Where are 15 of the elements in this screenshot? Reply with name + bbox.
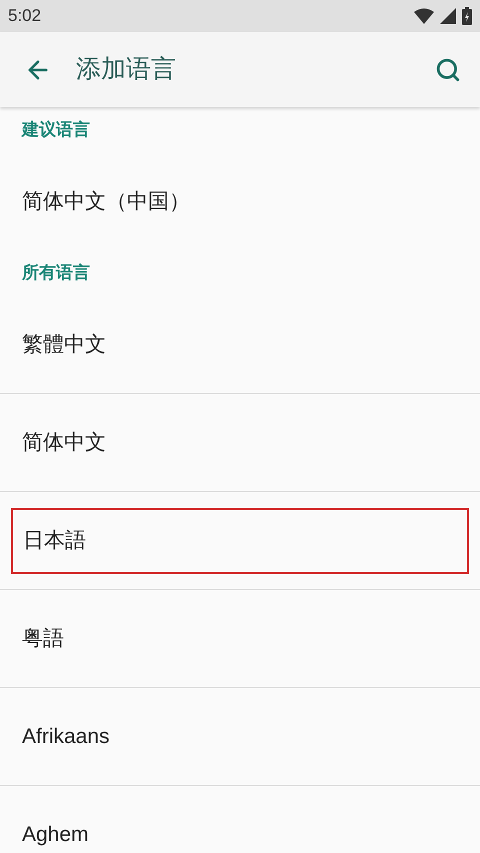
battery-icon: [462, 7, 472, 25]
section-header: 建议语言: [22, 119, 90, 142]
language-item[interactable]: 繁體中文: [11, 312, 469, 378]
page-title: 添加语言: [76, 54, 177, 85]
language-item[interactable]: 日本語: [11, 508, 469, 574]
language-item[interactable]: Afrikaans: [11, 704, 469, 770]
signal-icon: [440, 8, 456, 24]
search-icon: [435, 56, 461, 82]
language-item[interactable]: Aghem: [11, 802, 469, 853]
language-item[interactable]: 粤語: [11, 606, 469, 672]
status-time: 5:02: [8, 5, 42, 28]
language-item[interactable]: 简体中文（中国）: [11, 168, 469, 234]
wifi-icon: [414, 8, 434, 24]
language-item[interactable]: 简体中文: [11, 410, 469, 476]
section-header: 所有语言: [22, 262, 90, 284]
